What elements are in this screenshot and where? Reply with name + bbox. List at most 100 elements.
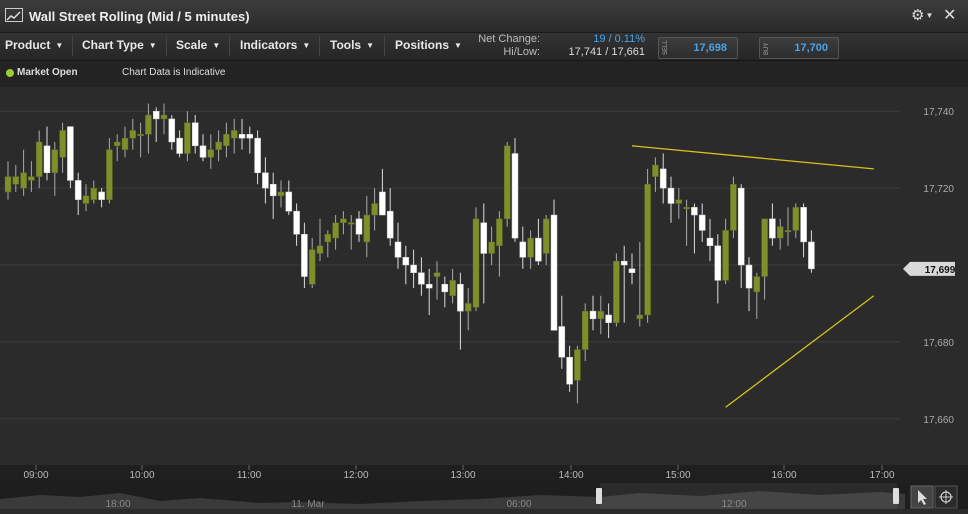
candle-body — [379, 191, 386, 216]
candle-body — [137, 134, 144, 137]
sell-button[interactable]: SELL 17,698 — [658, 37, 738, 59]
current-price-label: 17,699 — [925, 265, 956, 276]
y-tick-label: 17,720 — [923, 184, 954, 195]
x-tick-label: 14:00 — [558, 470, 583, 481]
menu-product[interactable]: Product ▼ — [5, 38, 63, 52]
hilow-value: 17,741 / 17,661 — [568, 46, 645, 58]
candle — [511, 138, 519, 242]
x-tick-label: 11:00 — [237, 470, 262, 481]
market-open-dot-icon — [6, 69, 14, 77]
divider — [72, 36, 73, 56]
candle-body — [293, 210, 300, 235]
x-tick-label: 13:00 — [450, 470, 475, 481]
candle-body — [722, 230, 729, 281]
candle-body — [542, 218, 550, 254]
candle-body — [355, 218, 363, 235]
navigator-handle-left[interactable] — [596, 488, 602, 504]
candle-body — [74, 180, 82, 200]
chevron-down-icon: ▼ — [55, 41, 64, 50]
candle-body — [59, 130, 66, 158]
candle-body — [698, 214, 706, 231]
y-tick-label: 17,740 — [923, 107, 954, 118]
candle-body — [98, 191, 105, 200]
candle-body — [363, 214, 371, 243]
hilow-label: Hi/Low: — [503, 46, 540, 58]
navigator-handle-right[interactable] — [893, 488, 899, 504]
candle-body — [191, 122, 199, 147]
divider — [319, 36, 320, 56]
navigator-track[interactable]: 18:00 11. Mar 06:00 12:00 — [0, 483, 968, 510]
menu-positions[interactable]: Positions ▼ — [395, 38, 462, 52]
candle-body — [301, 233, 308, 277]
candle-body — [152, 110, 160, 120]
sell-label: SELL — [663, 40, 669, 55]
candle-body — [418, 272, 425, 285]
candle-body — [589, 310, 597, 320]
candle-body — [308, 249, 316, 285]
navigator-label: 11. Mar — [291, 499, 325, 509]
candle-body — [691, 207, 698, 216]
chart-logo-icon — [5, 8, 23, 22]
candle-body — [808, 241, 815, 270]
candle-body — [636, 314, 644, 320]
menu-chart-type[interactable]: Chart Type ▼ — [82, 38, 157, 52]
candle-body — [566, 357, 573, 385]
candle-body — [277, 191, 285, 197]
navigator-label: 18:00 — [105, 499, 130, 509]
candle-body — [223, 134, 230, 147]
candle-body — [12, 176, 20, 185]
indicative-notice: Chart Data is Indicative — [122, 67, 226, 78]
price-chart[interactable]: 17,66017,68017,70017,72017,74017,69909:0… — [0, 87, 968, 483]
candle — [67, 126, 74, 189]
net-change-value: 19 / 0.11% — [593, 33, 645, 45]
candle — [472, 207, 480, 312]
candle-body — [433, 272, 441, 277]
candle-body — [464, 303, 472, 312]
candle-body — [121, 137, 129, 150]
navigator-label: 12:00 — [721, 499, 746, 509]
candle-body — [129, 130, 137, 139]
buy-price: 17,700 — [794, 42, 828, 54]
candle-body — [535, 237, 542, 262]
candle-body — [425, 283, 433, 289]
candle-body — [558, 326, 566, 358]
status-bar: Market Open Chart Data is Indicative — [0, 61, 968, 87]
candle-body — [792, 207, 800, 231]
candle-body — [761, 218, 768, 277]
buy-button[interactable]: BUY 17,700 — [759, 37, 839, 59]
menu-indicators[interactable]: Indicators ▼ — [240, 38, 310, 52]
candle-body — [776, 226, 784, 239]
candle-body — [784, 230, 792, 233]
candle-body — [67, 126, 74, 181]
candle-body — [644, 184, 651, 316]
close-icon[interactable]: ✕ — [943, 5, 956, 25]
candle-body — [4, 176, 12, 193]
candle-body — [215, 141, 222, 150]
buy-label: BUY — [764, 42, 770, 55]
candle-body — [628, 268, 636, 273]
candle-body — [769, 218, 776, 239]
menu-scale[interactable]: Scale ▼ — [176, 38, 220, 52]
navigator[interactable]: 18:00 11. Mar 06:00 12:00 — [0, 483, 968, 510]
candle-body — [605, 314, 612, 323]
candle — [730, 176, 737, 239]
candle-body — [449, 280, 456, 297]
candle-body — [199, 145, 207, 158]
candle-body — [737, 187, 745, 266]
candle-body — [20, 172, 27, 189]
candle-body — [160, 114, 168, 120]
candle-body — [574, 349, 581, 381]
candle — [503, 141, 511, 227]
candle-body — [550, 214, 558, 331]
divider — [229, 36, 230, 56]
menu-tools[interactable]: Tools ▼ — [330, 38, 374, 52]
candle-body — [90, 187, 98, 200]
menu-positions-label: Positions — [395, 38, 450, 52]
candle-body — [43, 145, 51, 173]
navigator-label: 06:00 — [506, 499, 531, 509]
navigator-window[interactable] — [600, 483, 897, 509]
candle-body — [269, 184, 277, 197]
candle-body — [706, 237, 714, 247]
menu-indicators-label: Indicators — [240, 38, 298, 52]
gear-icon[interactable]: ⚙▼ — [911, 6, 933, 24]
